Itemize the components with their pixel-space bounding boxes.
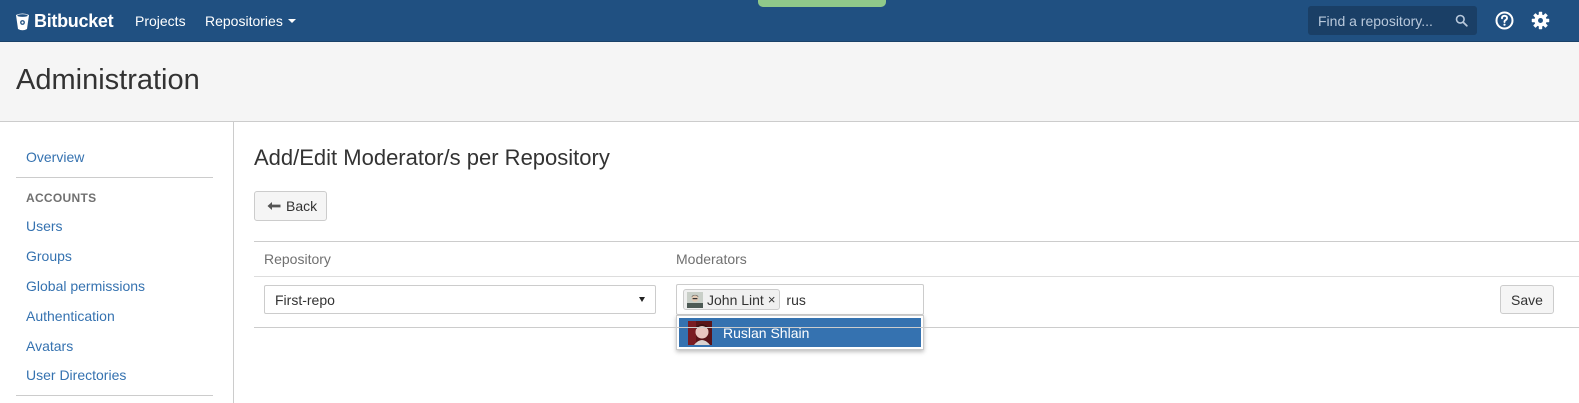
bitbucket-bucket-icon	[16, 13, 29, 30]
moderators-field[interactable]: John Lint ×	[676, 284, 924, 315]
sidebar-item-groups[interactable]: Groups	[26, 248, 72, 264]
moderator-search-input[interactable]	[786, 291, 897, 308]
sidebar-item-global-permissions[interactable]: Global permissions	[26, 278, 145, 294]
table-border-bottom	[254, 327, 1579, 328]
admin-sidebar: Overview ACCOUNTS Users Groups Global pe…	[0, 122, 234, 403]
section-title: Add/Edit Moderator/s per Repository	[254, 145, 610, 170]
question-circle-icon[interactable]	[1495, 11, 1514, 30]
suggestion-item[interactable]: Ruslan Shlain	[679, 318, 921, 347]
repository-search	[1308, 6, 1477, 35]
sidebar-item-authentication[interactable]: Authentication	[26, 308, 115, 324]
column-header-repository: Repository	[264, 251, 331, 267]
sidebar-divider	[16, 177, 213, 178]
nav-repositories-label: Repositories	[205, 13, 283, 29]
moderator-token-name: John Lint	[707, 291, 764, 308]
page-header: Administration	[0, 42, 1579, 122]
back-button-label: Back	[286, 198, 318, 214]
table-header-divider	[254, 276, 1579, 277]
caret-down-icon	[639, 297, 645, 302]
moderator-token: John Lint ×	[683, 289, 781, 310]
sidebar-item-overview[interactable]: Overview	[26, 149, 84, 165]
page-title: Administration	[16, 64, 200, 96]
column-header-moderators: Moderators	[676, 251, 747, 267]
sidebar-item-user-directories[interactable]: User Directories	[26, 367, 126, 383]
brand-name: Bitbucket	[34, 11, 114, 31]
arrow-left-icon	[267, 202, 281, 210]
sidebar-item-avatars[interactable]: Avatars	[26, 338, 73, 354]
chevron-down-icon	[287, 19, 296, 23]
remove-token-icon[interactable]: ×	[768, 292, 776, 307]
back-button[interactable]: Back	[254, 191, 327, 221]
sidebar-item-users[interactable]: Users	[26, 218, 63, 234]
table-border-top	[254, 241, 1579, 242]
user-avatar	[687, 291, 703, 308]
bitbucket-logo[interactable]: Bitbucket	[15, 11, 114, 32]
repository-select[interactable]: First-repo	[264, 285, 656, 314]
search-icon[interactable]	[1455, 14, 1468, 27]
top-navigation-bar: Bitbucket Projects Repositories	[0, 0, 1579, 42]
save-button[interactable]: Save	[1500, 285, 1554, 314]
moderator-suggestions: Ruslan Shlain	[676, 315, 924, 350]
repository-select-value: First-repo	[275, 291, 335, 308]
repository-search-input[interactable]	[1308, 6, 1477, 35]
gear-icon[interactable]	[1531, 11, 1550, 30]
status-indicator-tab	[758, 0, 886, 7]
sidebar-section-accounts: ACCOUNTS	[26, 191, 97, 205]
user-avatar	[688, 320, 712, 345]
sidebar-divider	[16, 395, 213, 396]
nav-repositories[interactable]: Repositories	[205, 13, 296, 29]
nav-projects[interactable]: Projects	[135, 13, 186, 29]
